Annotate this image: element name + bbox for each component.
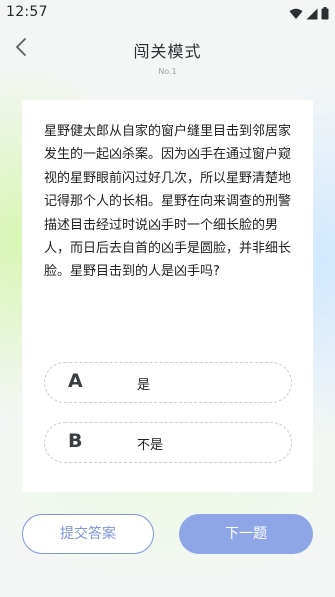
submit-answer-button[interactable]: 提交答案 xyxy=(22,514,154,554)
question-card: 星野健太郎从自家的窗户缝里目击到邻居家发生的一起凶杀案。因为凶手在通过窗户窥视的… xyxy=(22,100,313,492)
app-screen: 12:57 闯关模式 No.1 星野健太郎从自家的窗户缝里目击到邻居家发生的一起… xyxy=(0,0,335,597)
question-text: 星野健太郎从自家的窗户缝里目击到邻居家发生的一起凶杀案。因为凶手在通过窗户窥视的… xyxy=(44,124,292,280)
wifi-icon xyxy=(289,5,303,24)
option-text: 不是 xyxy=(137,438,164,453)
page-title: 闯关模式 xyxy=(133,42,202,61)
option-b[interactable]: B 不是 xyxy=(44,422,292,463)
status-time: 12:57 xyxy=(6,4,48,20)
level-number: No.1 xyxy=(158,67,177,76)
signal-icon xyxy=(306,5,318,24)
option-letter: A xyxy=(68,370,83,392)
battery-icon xyxy=(321,5,329,24)
status-bar: 12:57 xyxy=(0,0,335,24)
option-a[interactable]: A 是 xyxy=(44,362,292,403)
status-icons xyxy=(289,5,329,24)
next-question-button[interactable]: 下一题 xyxy=(179,514,313,554)
option-text: 是 xyxy=(137,378,151,393)
option-letter: B xyxy=(68,430,83,452)
